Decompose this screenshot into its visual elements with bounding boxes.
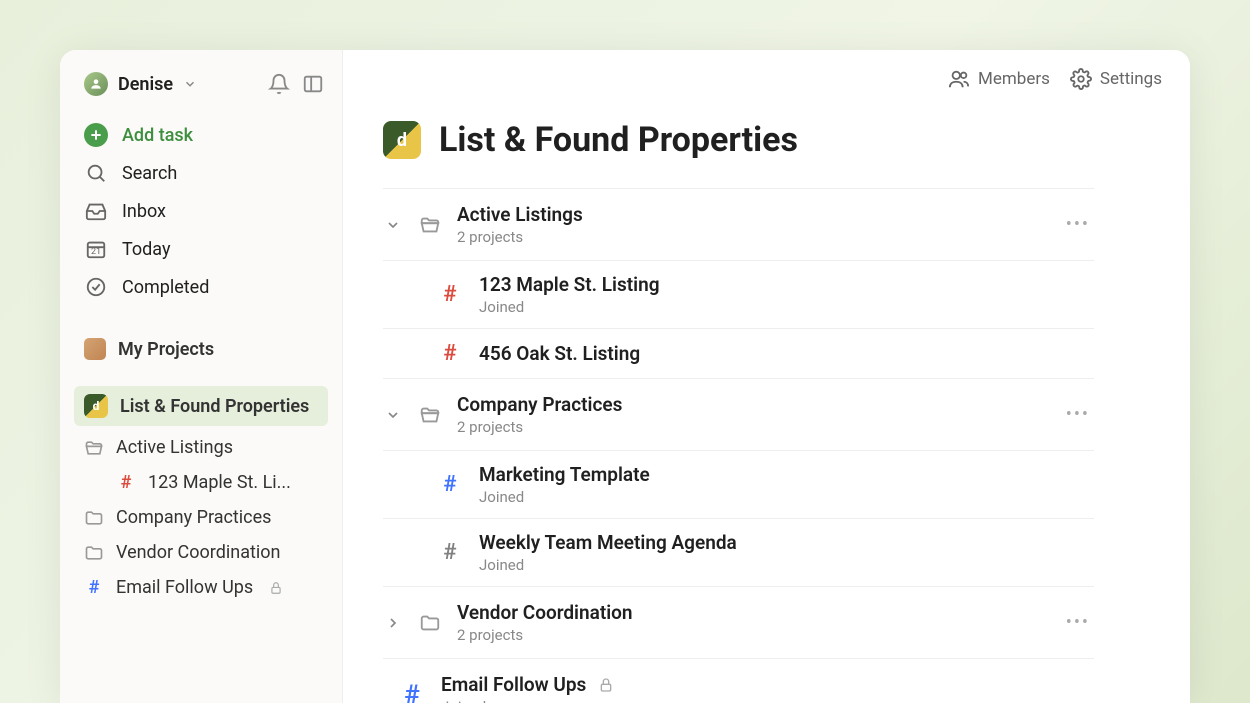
search-icon: [84, 161, 108, 185]
sidebar-tree: Active Listings # 123 Maple St. Li... Co…: [60, 430, 342, 605]
project-name: 456 Oak St. Listing: [479, 342, 1094, 365]
project-meta: Joined: [441, 698, 1094, 703]
tree-label: Vendor Coordination: [116, 542, 280, 563]
avatar: [84, 72, 108, 96]
tree-maple-listing[interactable]: # 123 Maple St. Li...: [74, 465, 328, 500]
workspace-icon: d: [383, 121, 421, 159]
folder-open-icon: [419, 404, 441, 426]
notifications-icon[interactable]: [268, 73, 290, 95]
folder-icon: [84, 508, 104, 528]
plus-icon: [84, 123, 108, 147]
app-window: Denise Add task Search: [60, 50, 1190, 703]
folder-row-vendor-coordination[interactable]: Vendor Coordination 2 projects •••: [383, 586, 1094, 658]
add-task-label: Add task: [122, 125, 193, 146]
project-meta: Joined: [479, 488, 1094, 506]
hash-icon: #: [116, 473, 136, 493]
members-button[interactable]: Members: [948, 68, 1050, 90]
settings-button[interactable]: Settings: [1070, 68, 1162, 90]
project-meta: Joined: [479, 298, 1094, 316]
tree-email-follow-ups[interactable]: # Email Follow Ups: [74, 570, 328, 605]
project-row[interactable]: # 123 Maple St. Listing Joined: [383, 260, 1094, 328]
workspace-icon: d: [84, 394, 108, 418]
project-row-email-follow-ups[interactable]: # Email Follow Ups Joined: [383, 658, 1094, 703]
nav-search[interactable]: Search: [74, 154, 328, 192]
project-row[interactable]: # Weekly Team Meeting Agenda Joined: [383, 518, 1094, 586]
user-menu[interactable]: Denise: [60, 64, 342, 110]
inbox-icon: [84, 199, 108, 223]
user-name: Denise: [118, 74, 173, 95]
settings-label: Settings: [1100, 69, 1162, 89]
page-title: List & Found Properties: [439, 120, 798, 160]
project-row[interactable]: # 456 Oak St. Listing: [383, 328, 1094, 378]
tree-label: Company Practices: [116, 507, 271, 528]
hash-icon: #: [439, 540, 461, 565]
tree-label: 123 Maple St. Li...: [148, 472, 291, 493]
members-icon: [948, 68, 970, 90]
nav-search-label: Search: [122, 163, 177, 184]
calendar-icon: 21: [84, 237, 108, 261]
hash-icon: #: [401, 680, 423, 703]
folder-open-icon: [84, 438, 104, 458]
project-meta: Joined: [479, 556, 1094, 574]
members-label: Members: [978, 69, 1050, 89]
sidebar: Denise Add task Search: [60, 50, 343, 703]
nav-completed-label: Completed: [122, 277, 209, 298]
hash-icon: #: [439, 341, 461, 366]
nav-today-label: Today: [122, 239, 170, 260]
more-icon[interactable]: •••: [1062, 210, 1094, 239]
folder-meta: 2 projects: [457, 626, 1046, 644]
lock-icon: [598, 677, 614, 693]
hash-icon: #: [439, 472, 461, 497]
main-area: Members Settings d List & Found Properti…: [343, 50, 1190, 703]
chevron-right-icon[interactable]: [383, 613, 403, 633]
project-name: Weekly Team Meeting Agenda: [479, 531, 1094, 554]
main-header: Members Settings: [343, 50, 1190, 100]
workspace-name: List & Found Properties: [120, 396, 309, 417]
main-content: d List & Found Properties Active Listing…: [343, 100, 1190, 703]
folder-name: Company Practices: [457, 393, 1046, 416]
folder-icon: [419, 612, 441, 634]
folder-name: Active Listings: [457, 203, 1046, 226]
tree-vendor-coordination[interactable]: Vendor Coordination: [74, 535, 328, 570]
sidebar-nav: Add task Search Inbox 21 Today: [60, 110, 342, 312]
hash-icon: #: [84, 578, 104, 598]
chevron-down-icon[interactable]: [383, 405, 403, 425]
my-projects-avatar: [84, 338, 106, 360]
folder-name: Vendor Coordination: [457, 601, 1046, 624]
chevron-down-icon: [183, 77, 197, 91]
project-row[interactable]: # Marketing Template Joined: [383, 450, 1094, 518]
nav-inbox[interactable]: Inbox: [74, 192, 328, 230]
nav-completed[interactable]: Completed: [74, 268, 328, 306]
lock-icon: [269, 581, 283, 595]
folder-meta: 2 projects: [457, 418, 1046, 436]
project-name: Marketing Template: [479, 463, 1094, 486]
tree-label: Active Listings: [116, 437, 233, 458]
folder-icon: [84, 543, 104, 563]
more-icon[interactable]: •••: [1062, 400, 1094, 429]
folder-row-active-listings[interactable]: Active Listings 2 projects •••: [383, 188, 1094, 260]
my-projects-header[interactable]: My Projects: [60, 330, 342, 368]
tree-label: Email Follow Ups: [116, 577, 253, 598]
hash-icon: #: [439, 282, 461, 307]
nav-inbox-label: Inbox: [122, 201, 166, 222]
folder-meta: 2 projects: [457, 228, 1046, 246]
project-name: Email Follow Ups: [441, 673, 1094, 696]
panel-toggle-icon[interactable]: [302, 73, 324, 95]
nav-today[interactable]: 21 Today: [74, 230, 328, 268]
add-task-button[interactable]: Add task: [74, 116, 328, 154]
project-name: 123 Maple St. Listing: [479, 273, 1094, 296]
my-projects-label: My Projects: [118, 339, 214, 360]
more-icon[interactable]: •••: [1062, 608, 1094, 637]
tree-company-practices[interactable]: Company Practices: [74, 500, 328, 535]
workspace-header[interactable]: d List & Found Properties: [74, 386, 328, 426]
tree-active-listings[interactable]: Active Listings: [74, 430, 328, 465]
page-title-row: d List & Found Properties: [383, 120, 1094, 160]
gear-icon: [1070, 68, 1092, 90]
folder-open-icon: [419, 214, 441, 236]
chevron-down-icon[interactable]: [383, 215, 403, 235]
folder-row-company-practices[interactable]: Company Practices 2 projects •••: [383, 378, 1094, 450]
check-circle-icon: [84, 275, 108, 299]
